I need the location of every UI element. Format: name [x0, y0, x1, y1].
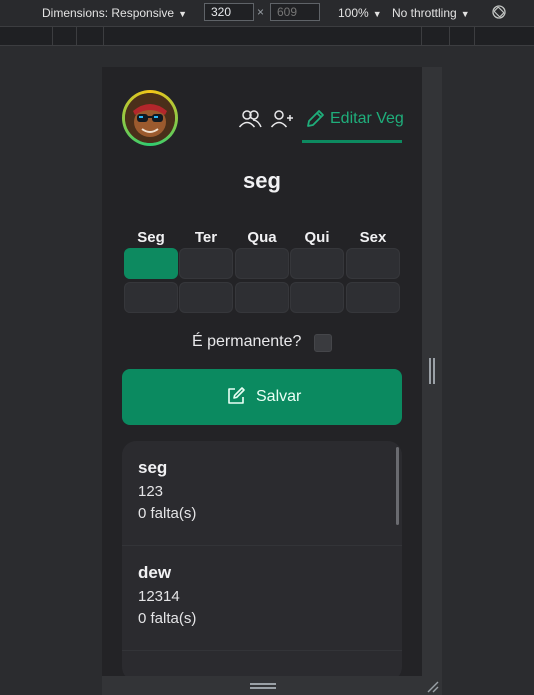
page-title: seg: [243, 168, 281, 193]
caret-down-icon: ▼: [372, 9, 382, 19]
dimensions-dropdown[interactable]: Dimensions: Responsive ▼: [42, 6, 187, 20]
day-header-qui: Qui: [304, 229, 330, 246]
caret-down-icon: ▼: [178, 9, 187, 19]
item-code: 123: [138, 483, 164, 500]
device-viewport: Editar Veg seg Seg Ter Qua Qui Sex É per…: [102, 67, 422, 676]
item-absences: 0 falta(s): [138, 610, 197, 627]
times-sign: ×: [257, 5, 265, 19]
day-cell-seg-1[interactable]: [124, 248, 178, 279]
day-cell-qui-2[interactable]: [290, 282, 344, 313]
resize-handle-right[interactable]: [429, 358, 435, 384]
mq-divider: [52, 27, 53, 45]
day-cell-ter-1[interactable]: [179, 248, 233, 279]
permanent-label: É permanente?: [192, 333, 302, 350]
day-cell-sex-2[interactable]: [346, 282, 400, 313]
day-cell-ter-2[interactable]: [179, 282, 233, 313]
edit-icon: [228, 387, 245, 404]
list-item[interactable]: seg 123 0 falta(s): [122, 441, 402, 546]
resize-corner-icon[interactable]: [425, 679, 439, 693]
mq-divider: [421, 27, 422, 45]
avatar[interactable]: [122, 90, 178, 146]
width-input[interactable]: [204, 3, 254, 21]
day-header-seg: Seg: [137, 229, 165, 246]
zoom-dropdown[interactable]: 100% ▼: [338, 6, 382, 20]
users-icon[interactable]: [238, 108, 262, 130]
item-name: seg: [138, 458, 168, 477]
permanent-checkbox[interactable]: [314, 334, 332, 352]
day-cell-sex-1[interactable]: [346, 248, 400, 279]
day-cell-qua-1[interactable]: [235, 248, 289, 279]
throttling-dropdown[interactable]: No throttling ▼: [392, 6, 470, 20]
day-header-sex: Sex: [359, 229, 387, 246]
tab-edit-veg-label: Editar Veg: [330, 110, 404, 127]
day-header-qua: Qua: [247, 229, 277, 246]
day-cell-qua-2[interactable]: [235, 282, 289, 313]
resize-handle-bottom[interactable]: [250, 683, 276, 689]
caret-down-icon: ▼: [460, 9, 470, 19]
mq-divider: [76, 27, 77, 45]
height-input[interactable]: [270, 3, 320, 21]
save-button[interactable]: Salvar: [122, 369, 402, 425]
mq-divider: [449, 27, 450, 45]
rotate-icon[interactable]: [492, 5, 506, 19]
media-query-bar: [0, 27, 534, 46]
pencil-icon: [307, 110, 324, 127]
save-button-label: Salvar: [256, 388, 302, 405]
avatar-illustration: [125, 93, 175, 143]
avatar-image: [125, 93, 175, 143]
zoom-label: 100%: [338, 6, 369, 20]
day-cell-seg-2[interactable]: [124, 282, 178, 313]
item-name: dew: [138, 563, 172, 582]
list-scrollbar[interactable]: [396, 447, 399, 525]
dimensions-label: Dimensions: Responsive: [42, 6, 175, 20]
item-code: 12314: [138, 588, 180, 605]
veg-list[interactable]: seg 123 0 falta(s) dew 12314 0 falta(s): [122, 441, 402, 676]
throttling-label: No throttling: [392, 6, 457, 20]
tab-edit-veg[interactable]: Editar Veg: [302, 99, 404, 143]
day-header-ter: Ter: [194, 229, 218, 246]
add-user-icon[interactable]: [270, 108, 294, 130]
item-absences: 0 falta(s): [138, 505, 197, 522]
day-cell-qui-1[interactable]: [290, 248, 344, 279]
devtools-toolbar: Dimensions: Responsive▼ × 100%▼ No throt…: [0, 0, 534, 27]
list-item[interactable]: dew 12314 0 falta(s): [122, 546, 402, 651]
mq-divider: [474, 27, 475, 45]
mq-divider: [103, 27, 104, 45]
